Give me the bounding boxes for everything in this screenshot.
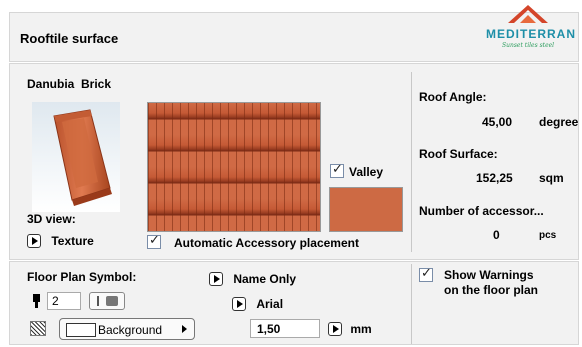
floor-plan-divider [411, 264, 412, 344]
tile-3d-preview [32, 102, 120, 212]
view-label: 3D view: [27, 212, 76, 226]
roof-texture-preview [147, 102, 321, 232]
roof-surface-label: Roof Surface: [419, 147, 498, 161]
triangle-right-icon [209, 271, 223, 286]
floor-plan-title: Floor Plan Symbol: [27, 270, 137, 284]
roof-angle-value: 45,00 [482, 115, 513, 129]
color-swatch [329, 187, 403, 232]
size-unit-toggle[interactable]: mm [328, 321, 372, 336]
brand-tagline: Sunset tiles steel [502, 42, 555, 49]
background-label: Background [98, 323, 163, 337]
rooftile-3d-icon [53, 109, 112, 206]
auto-accessory-label: Automatic Accessory placement [174, 236, 359, 250]
roof-surface-unit: sqm [539, 171, 564, 185]
product-name: Danubia Brick [27, 77, 112, 91]
font-toggle[interactable]: Arial [232, 296, 283, 311]
texture-label: Texture [51, 233, 94, 248]
pen-color-button[interactable] [89, 292, 125, 310]
texture-toggle[interactable]: Texture [27, 233, 94, 249]
pen-number-field[interactable]: 2 [47, 292, 81, 310]
valley-label: Valley [349, 165, 384, 179]
header-panel: Rooftile surface MEDITERRAN Sunset tiles… [9, 5, 579, 62]
accessories-unit: pcs [539, 230, 557, 241]
background-button[interactable]: Background [59, 318, 195, 340]
roof-angle-unit: degree [539, 115, 579, 129]
floor-plan-panel: Floor Plan Symbol: 2 Background Name Onl… [9, 261, 579, 345]
brand-name: MEDITERRAN [486, 27, 576, 41]
roof-logo-icon [508, 5, 548, 23]
page-title: Rooftile surface [20, 31, 119, 46]
size-unit-label: mm [350, 321, 372, 336]
triangle-right-icon [232, 296, 246, 311]
show-warnings-checkbox[interactable] [419, 266, 433, 282]
caret-right-icon [182, 325, 187, 333]
pen-icon [32, 294, 41, 308]
valley-checkbox[interactable] [330, 162, 344, 178]
pen-line-icon [97, 296, 99, 306]
roof-angle-label: Roof Angle: [419, 90, 487, 104]
name-mode-label: Name Only [233, 271, 297, 286]
triangle-right-icon [328, 321, 342, 336]
show-warnings-label: Show Warnings [444, 268, 534, 282]
font-label: Arial [256, 296, 284, 311]
text-size-field[interactable]: 1,50 [250, 319, 320, 338]
background-color-swatch [66, 323, 96, 337]
hatch-pattern-icon [30, 321, 46, 336]
triangle-right-icon [27, 233, 41, 248]
roof-surface-value: 152,25 [476, 171, 513, 185]
accessories-label: Number of accessor... [419, 204, 544, 218]
product-panel: Danubia Brick Valley 3D view: Texture [9, 63, 579, 260]
show-warnings-sublabel: on the floor plan [444, 283, 538, 297]
auto-accessory-checkbox[interactable] [147, 233, 161, 249]
brand-logo: MEDITERRAN Sunset tiles steel [480, 1, 576, 61]
panel-divider [411, 72, 412, 252]
accessories-value: 0 [493, 228, 500, 242]
name-mode-toggle[interactable]: Name Only [209, 271, 296, 286]
